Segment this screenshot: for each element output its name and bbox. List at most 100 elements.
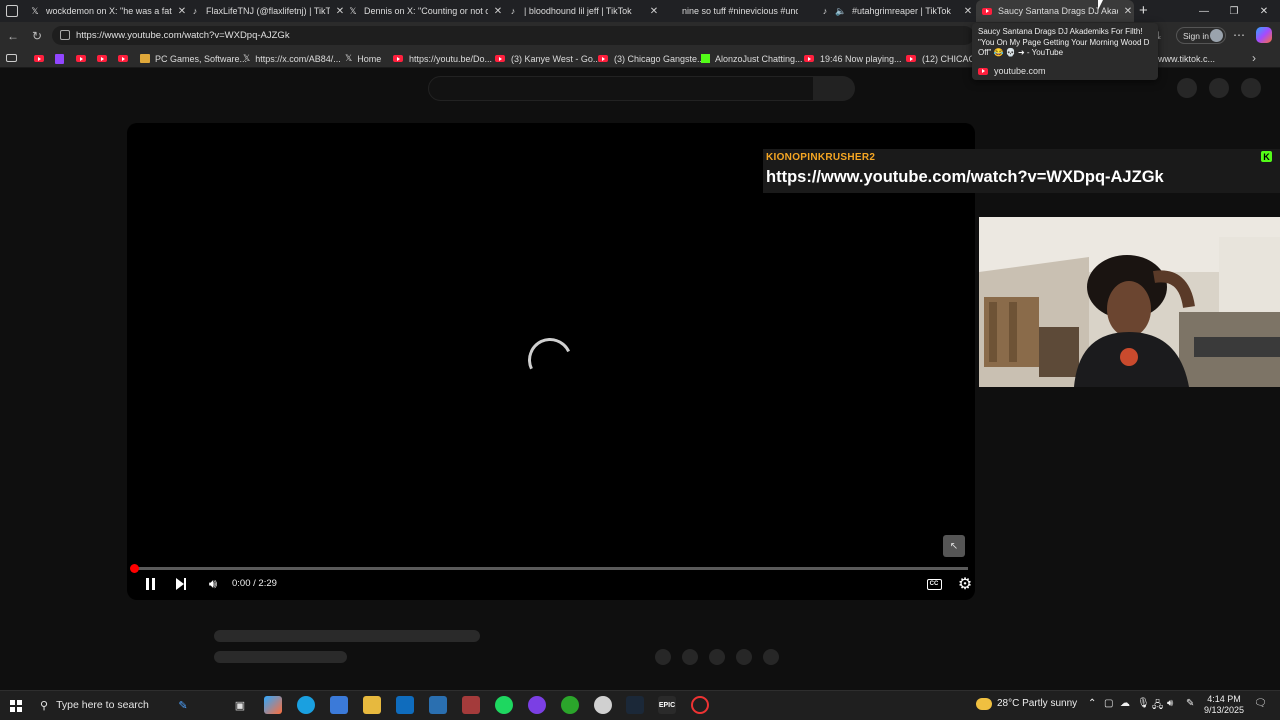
cursor-overlay-icon[interactable]: ↖ (943, 535, 965, 557)
tab-1[interactable]: 𝕏 wockdemon on X: "he was a fathe ✕ (30, 0, 188, 22)
minimize-icon[interactable]: — (1188, 0, 1220, 22)
microphone-icon[interactable]: 🎙︎ (1137, 698, 1150, 709)
tab-6[interactable]: ♪ 🔈 #utahgrimreaper | TikTok ✕ (820, 0, 974, 22)
clock[interactable]: 4:14 PM 9/13/2025 (1200, 694, 1248, 716)
chevron-right-icon[interactable]: › (1252, 51, 1256, 65)
speaker-icon[interactable]: 🔈 (835, 6, 846, 16)
search-placeholder: Type here to search (56, 699, 149, 711)
chat-username: KIONOPINKRUSHER2 (766, 152, 876, 163)
bookmark-9[interactable]: https://youtu.be/Do... (393, 51, 492, 66)
app-icon[interactable] (594, 696, 612, 714)
task-view-icon[interactable]: ▣ (231, 696, 249, 714)
xbox-icon[interactable] (561, 696, 579, 714)
sign-in-button[interactable]: Sign in (1176, 27, 1226, 44)
store-icon[interactable] (330, 696, 348, 714)
close-icon[interactable]: ✕ (962, 6, 974, 17)
bookmark-label: https://youtu.be/Do... (409, 53, 493, 64)
close-icon[interactable]: ✕ (334, 6, 346, 17)
clock-date: 9/13/2025 (1203, 705, 1245, 715)
tiktok-icon: ♪ (822, 6, 828, 16)
close-icon[interactable]: ✕ (492, 6, 504, 17)
bookmark-13[interactable]: 19:46 Now playing... (804, 51, 902, 66)
spotify-icon[interactable] (495, 696, 513, 714)
bookmark-2[interactable] (55, 51, 64, 66)
app-icon[interactable] (528, 696, 546, 714)
bookmark-10[interactable]: (3) Kanye West - Go... (495, 51, 600, 66)
pause-button[interactable] (140, 574, 160, 594)
folder-icon (140, 54, 150, 63)
bookmark-12[interactable]: AlonzoJust Chatting... (701, 51, 803, 66)
avatar-icon (1210, 29, 1223, 42)
more-menu-icon[interactable]: ⋯ (1233, 28, 1245, 42)
notification-icon[interactable]: 🗨︎ (1254, 698, 1267, 709)
progress-bar[interactable] (134, 567, 968, 570)
outlook-icon[interactable] (396, 696, 414, 714)
settings-button[interactable]: ⚙ (955, 574, 975, 594)
maximize-icon[interactable]: ❐ (1218, 0, 1250, 22)
start-icon[interactable] (10, 700, 22, 712)
new-tab-icon[interactable]: + (1139, 2, 1148, 19)
tray-app-icon[interactable]: ▢ (1104, 698, 1113, 709)
bookmark-1[interactable] (34, 51, 50, 66)
app-icon[interactable] (691, 696, 709, 714)
tab-3[interactable]: 𝕏 Dennis on X: "Counting or not c ✕ (348, 0, 504, 22)
bookmark-15[interactable]: www.tiktok.c... (1158, 51, 1215, 66)
copilot-taskbar-icon[interactable] (264, 696, 282, 714)
network-icon[interactable]: 🖧 (1152, 698, 1163, 715)
steam-icon[interactable] (626, 696, 644, 714)
tab-7-active[interactable]: Saucy Santana Drags DJ Akadem ✕ (976, 0, 1134, 22)
close-icon[interactable]: ✕ (176, 6, 188, 17)
youtube-icon (393, 55, 403, 62)
next-button[interactable] (171, 574, 191, 594)
weather-text[interactable]: 28°C Partly sunny (997, 698, 1077, 709)
progress-scrubber[interactable] (130, 564, 139, 573)
bookmark-4[interactable] (97, 51, 113, 66)
bookmark-8[interactable]: 𝕏 Home (345, 51, 381, 66)
bookmark-label: AlonzoJust Chatting... (715, 53, 803, 64)
tiktok-icon: ♪ (192, 6, 198, 16)
chevron-up-icon[interactable]: ⌃ (1088, 698, 1096, 709)
edge-icon[interactable] (297, 696, 315, 714)
captions-button[interactable]: CC (924, 574, 944, 594)
pen-icon[interactable]: ✎ (1186, 698, 1194, 709)
bookmark-3[interactable] (76, 51, 92, 66)
weather-icon[interactable] (976, 698, 992, 710)
tab-5[interactable]: nine so tuff #ninevicious #under (664, 0, 814, 22)
pause-icon (145, 578, 149, 590)
tab-2[interactable]: ♪ FlaxLifeTNJ (@flaxlifetnj) | TikTok ✕ (190, 0, 346, 22)
close-window-icon[interactable]: ✕ (1248, 0, 1280, 22)
address-bar[interactable]: https://www.youtube.com/watch?v=WXDpq-AJ… (52, 26, 974, 45)
file-explorer-icon[interactable] (363, 696, 381, 714)
captions-icon: CC (926, 578, 942, 590)
refresh-icon[interactable]: ↻ (28, 27, 46, 45)
bookmark-11[interactable]: (3) Chicago Gangste... (598, 51, 705, 66)
widget-icon[interactable]: ✎ (174, 696, 192, 714)
x-logo-icon: 𝕏 (349, 5, 357, 16)
app-icon[interactable] (462, 696, 480, 714)
bookmark-label: Home (357, 53, 382, 64)
close-icon[interactable]: ✕ (648, 6, 660, 17)
copilot-icon[interactable] (1256, 27, 1272, 43)
page-info-icon[interactable] (60, 30, 70, 40)
tray-app-icon[interactable]: ☁ (1120, 698, 1130, 709)
favorites-icon[interactable] (6, 54, 17, 62)
bookmark-7[interactable]: 𝕏https://x.com/AB84/... (243, 51, 341, 66)
app-icon[interactable] (429, 696, 447, 714)
x-logo-icon: 𝕏 (345, 53, 353, 63)
bookmark-label: (3) Chicago Gangste... (614, 53, 705, 64)
close-icon[interactable]: ✕ (1122, 6, 1134, 17)
gear-icon: ⚙ (957, 576, 973, 593)
bookmark-5[interactable] (118, 51, 134, 66)
volume-tray-icon[interactable]: 🔊︎ (1167, 698, 1173, 709)
mouse-cursor-icon (1098, 0, 1103, 10)
tab-title: nine so tuff #ninevicious #under (682, 6, 798, 16)
tab-4[interactable]: ♪ | bloodhound lil jeff | TikTok ✕ (508, 0, 660, 22)
tab-title: #utahgrimreaper | TikTok (852, 6, 951, 16)
back-icon[interactable]: ← (4, 27, 22, 45)
tab-title: | bloodhound lil jeff | TikTok (524, 6, 632, 16)
bookmark-6[interactable]: PC Games, Software... (140, 51, 247, 66)
epic-games-icon[interactable]: EPIC (658, 696, 676, 714)
next-icon (176, 578, 184, 590)
volume-button[interactable]: 🔊︎ (203, 574, 223, 594)
window-menu-icon[interactable] (6, 5, 18, 17)
